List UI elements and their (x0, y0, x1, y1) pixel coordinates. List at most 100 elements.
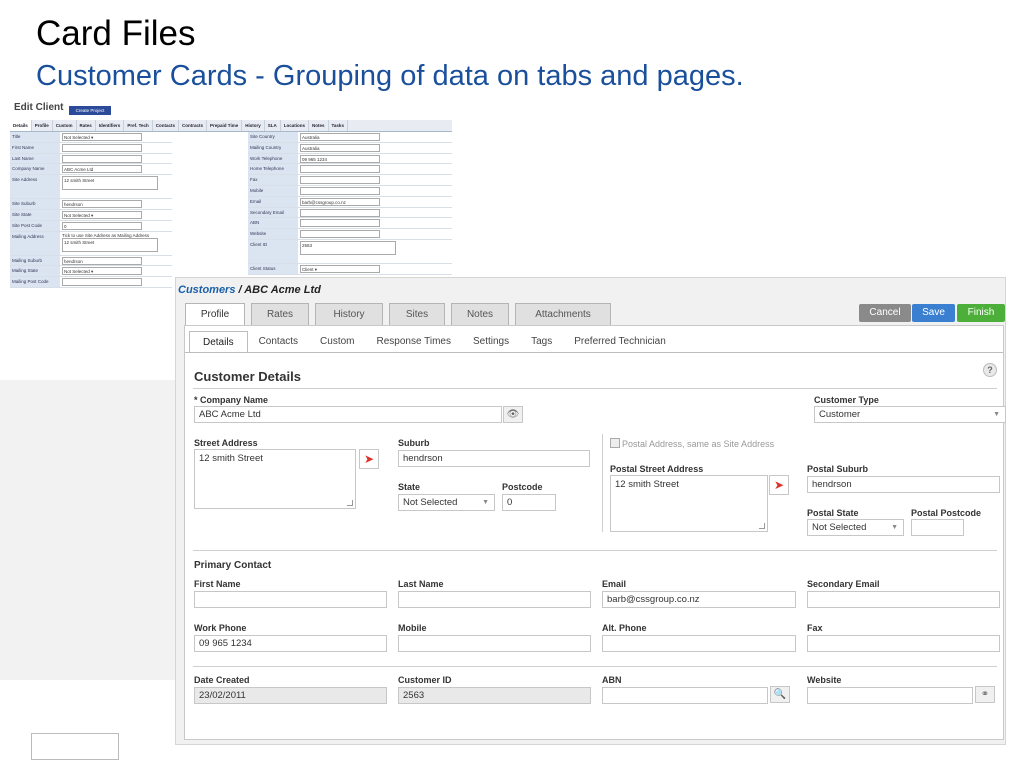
postcode-input[interactable]: 0 (502, 494, 556, 511)
old-field-input[interactable] (300, 165, 380, 174)
old-tab[interactable]: Custom (53, 120, 77, 131)
old-field-row: First Name (10, 142, 172, 154)
old-tab[interactable]: SLA (265, 120, 281, 131)
suburb-input[interactable]: hendrson (398, 450, 590, 467)
old-field-label: Site State (10, 209, 60, 220)
locate-arrow-icon[interactable]: ➤ (769, 475, 789, 495)
breadcrumb-customers-link[interactable]: Customers (178, 284, 235, 296)
tab-rates[interactable]: Rates (251, 303, 309, 325)
postal-state-select[interactable]: Not Selected ▼ (807, 519, 904, 536)
fax-input[interactable] (807, 635, 1000, 652)
old-field-label: Mailing State (10, 266, 60, 277)
website-input[interactable] (807, 687, 973, 704)
tab-profile[interactable]: Profile (185, 303, 245, 326)
old-tab[interactable]: Profile (32, 120, 53, 131)
old-field-label: Home Telephone (248, 164, 298, 175)
old-field-input[interactable] (300, 230, 380, 239)
postal-postcode-input[interactable] (911, 519, 964, 536)
alt-phone-input[interactable] (602, 635, 796, 652)
old-field-input[interactable]: barb@cssgroup.co.nz (300, 197, 380, 206)
tab-history[interactable]: History (315, 303, 383, 325)
tab-notes[interactable]: Notes (451, 303, 509, 325)
old-field-input[interactable]: Not Selected ▾ (62, 133, 142, 141)
old-tab[interactable]: Identifiers (96, 120, 125, 131)
old-field-input[interactable] (300, 219, 380, 228)
street-address-textarea[interactable]: 12 smith Street (194, 449, 356, 509)
old-field-input[interactable] (300, 208, 380, 217)
old-tab[interactable]: Details (10, 120, 32, 131)
old-tab[interactable]: Prepaid Time (207, 120, 243, 131)
old-field-value: Not Selected ▾ (60, 266, 172, 276)
old-tab[interactable]: Contacts (153, 120, 180, 131)
subtab-custom[interactable]: Custom (309, 331, 365, 353)
resize-grip-icon[interactable] (347, 500, 353, 506)
work-phone-input[interactable]: 09 965 1234 (194, 635, 387, 652)
old-field-input[interactable]: Australia (300, 143, 380, 152)
subtab-preferred-technician[interactable]: Preferred Technician (563, 331, 677, 353)
help-icon[interactable]: ? (983, 363, 997, 377)
postal-suburb-input[interactable]: hendrson (807, 476, 1000, 493)
old-field-value: hendrson (60, 199, 172, 209)
old-field-label: Website (248, 229, 298, 239)
secondary-email-input[interactable] (807, 591, 1000, 608)
old-field-value (60, 277, 172, 287)
subtab-settings[interactable]: Settings (462, 331, 520, 353)
old-tab[interactable]: Rates (77, 120, 96, 131)
old-field-input[interactable]: Not Selected ▾ (62, 267, 142, 276)
old-create-project-button[interactable]: Create Project (69, 106, 111, 115)
save-button[interactable]: Save (912, 304, 955, 322)
mobile-input[interactable] (398, 635, 591, 652)
old-field-input[interactable]: 12 smith Street (62, 176, 158, 191)
last-name-input[interactable] (398, 591, 591, 608)
old-field-input[interactable] (62, 143, 142, 152)
finish-button[interactable]: Finish (957, 304, 1005, 322)
old-field-input[interactable]: hendrson (62, 256, 142, 265)
search-icon[interactable]: 🔍 (770, 686, 790, 703)
old-field-input[interactable]: ABC Acme Ltd (62, 165, 142, 174)
postal-street-textarea[interactable]: 12 smith Street (610, 475, 768, 532)
old-tab[interactable]: Contracts (179, 120, 208, 131)
cancel-button[interactable]: Cancel (859, 304, 911, 322)
subtab-tags[interactable]: Tags (520, 331, 563, 353)
abn-input[interactable] (602, 687, 768, 704)
old-field-input[interactable]: Australia (300, 133, 380, 141)
first-name-input[interactable] (194, 591, 387, 608)
old-field-input[interactable] (62, 154, 142, 163)
subtab-response-times[interactable]: Response Times (366, 331, 462, 353)
old-field-input[interactable]: 09 965 1234 (300, 154, 380, 163)
postal-same-checkbox[interactable] (610, 438, 620, 448)
old-tab[interactable]: Pref. Tech (124, 120, 153, 131)
subtab-details[interactable]: Details (189, 331, 248, 353)
company-name-input[interactable]: ABC Acme Ltd (194, 406, 502, 423)
subtab-contacts[interactable]: Contacts (248, 331, 309, 353)
old-field-input[interactable]: 12 smith Street (62, 237, 158, 252)
old-field-input[interactable] (300, 186, 380, 195)
tab-attachments[interactable]: Attachments (515, 303, 611, 325)
old-field-input[interactable]: 0 (62, 221, 142, 230)
old-field-input[interactable]: Client ▾ (300, 264, 380, 273)
locate-arrow-icon[interactable]: ➤ (359, 449, 379, 469)
tab-sites[interactable]: Sites (389, 303, 445, 325)
email-input[interactable]: barb@cssgroup.co.nz (602, 591, 796, 608)
old-tab[interactable]: History (242, 120, 265, 131)
old-field-input[interactable] (62, 278, 142, 287)
old-field-input[interactable] (300, 176, 380, 185)
old-field-label: Mailing Address (10, 231, 60, 255)
view-eye-icon[interactable]: 👁 (503, 406, 523, 423)
old-field-input[interactable]: hendrson (62, 200, 142, 209)
old-tab[interactable]: Locations (281, 120, 309, 131)
old-field-label: Mailing Post Code (10, 277, 60, 287)
state-select[interactable]: Not Selected ▼ (398, 494, 495, 511)
old-field-row: Site State Not Selected ▾ (10, 209, 172, 221)
old-field-label: Site Country (248, 132, 298, 142)
old-field-label: Site Address (10, 175, 60, 199)
old-tab[interactable]: Notes (309, 120, 329, 131)
old-tab[interactable]: Tasks (329, 120, 348, 131)
customer-type-select[interactable]: Customer ▼ (814, 406, 1006, 423)
link-icon[interactable]: ⚭ (975, 686, 995, 703)
resize-grip-icon[interactable] (759, 523, 765, 529)
old-field-input[interactable]: Not Selected ▾ (62, 210, 142, 219)
old-field-input[interactable]: 2563 (300, 240, 396, 255)
old-field-value: ABC Acme Ltd (60, 164, 172, 174)
old-field-label: First Name (10, 142, 60, 153)
